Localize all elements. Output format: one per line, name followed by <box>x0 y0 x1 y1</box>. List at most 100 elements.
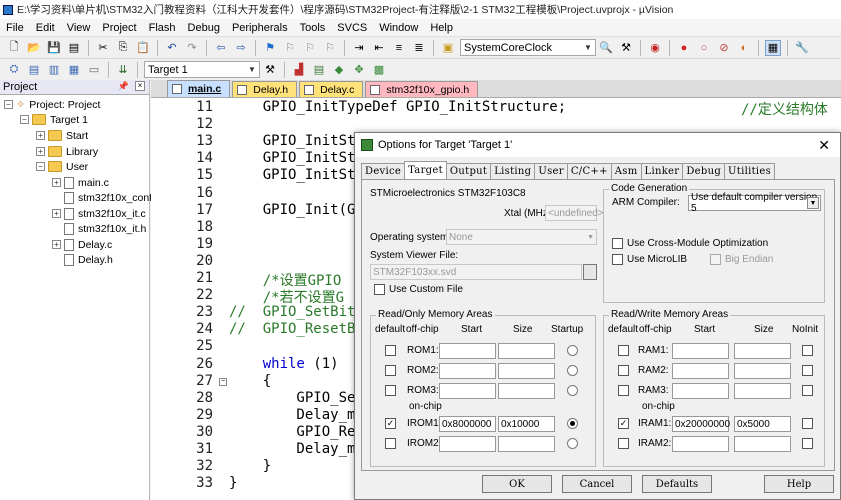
function-combo[interactable]: SystemCoreClock ▼ <box>460 39 596 56</box>
memory-size-field[interactable] <box>734 363 791 379</box>
memory-default-checkbox[interactable] <box>618 438 629 449</box>
next-bookmark-icon[interactable]: ⚐ <box>302 40 318 56</box>
menu-item[interactable]: Window <box>373 22 424 34</box>
breakpoint-icon[interactable]: ● <box>676 40 692 56</box>
pack-installer-icon[interactable]: ◆ <box>331 62 347 78</box>
memory-default-checkbox[interactable] <box>385 365 396 376</box>
tree-item-start[interactable]: + Start <box>36 128 88 143</box>
expand-icon[interactable]: + <box>52 178 61 187</box>
collapse-icon[interactable]: − <box>36 162 45 171</box>
memory-start-field[interactable] <box>439 343 496 359</box>
collapse-icon[interactable]: − <box>4 100 13 109</box>
memory-start-field[interactable] <box>439 436 496 452</box>
memory-default-checkbox[interactable] <box>385 438 396 449</box>
tree-item-it-c[interactable]: + stm32f10x_it.c <box>52 206 146 221</box>
expand-icon[interactable]: + <box>36 147 45 156</box>
compiler-select[interactable]: Use default compiler version 5 ▼ <box>688 192 821 214</box>
tree-item-project[interactable]: − ✧ Project: Project <box>4 97 100 112</box>
rte-icon[interactable]: ✥ <box>351 62 367 78</box>
fold-collapse-icon[interactable]: − <box>219 377 227 386</box>
disable-breakpoint-icon[interactable]: ○ <box>696 40 712 56</box>
menu-item[interactable]: Flash <box>143 22 182 34</box>
menu-item[interactable]: Project <box>96 22 142 34</box>
dialog-tab[interactable]: Target <box>404 161 447 179</box>
tree-item-it-h[interactable]: stm32f10x_it.h <box>64 221 146 236</box>
clear-bookmarks-icon[interactable]: ⚐ <box>322 40 338 56</box>
dialog-tab[interactable]: C/C++ <box>566 163 612 179</box>
memory-size-field[interactable] <box>734 436 791 452</box>
cross-module-checkbox[interactable] <box>612 238 623 249</box>
find-in-files-icon[interactable]: ▣ <box>440 40 456 56</box>
navigate-back-icon[interactable]: ⇦ <box>213 40 229 56</box>
menu-item[interactable]: Peripherals <box>226 22 294 34</box>
dialog-tab[interactable]: Asm <box>610 163 642 179</box>
memory-default-checkbox[interactable] <box>618 345 629 356</box>
menu-item[interactable]: File <box>0 22 30 34</box>
menu-item[interactable]: Edit <box>30 22 61 34</box>
menu-item[interactable]: Tools <box>294 22 332 34</box>
tree-item-user[interactable]: − User <box>36 159 88 174</box>
svd-browse-button[interactable] <box>583 264 597 280</box>
memory-start-field[interactable] <box>439 363 496 379</box>
find-icon[interactable]: 🔍 <box>598 40 614 56</box>
memory-size-field[interactable] <box>498 343 555 359</box>
window-layout-icon[interactable]: ▦ <box>765 39 781 56</box>
build-icon[interactable]: ▤ <box>26 62 42 78</box>
defaults-button[interactable]: Defaults <box>642 475 712 493</box>
startup-radio[interactable] <box>567 365 578 376</box>
memory-default-checkbox[interactable] <box>385 385 396 396</box>
menu-item[interactable]: SVCS <box>331 22 373 34</box>
save-all-icon[interactable]: ▤ <box>66 40 82 56</box>
paste-icon[interactable]: 📋 <box>135 40 151 56</box>
memory-size-field[interactable] <box>498 363 555 379</box>
save-icon[interactable]: 💾 <box>46 40 62 56</box>
editor-tab[interactable]: Delay.c <box>299 81 364 97</box>
target-options-icon[interactable]: ⚒ <box>262 62 278 78</box>
comment-icon[interactable]: ≡ <box>391 40 407 56</box>
tree-item-main-c[interactable]: + main.c <box>52 175 109 190</box>
memory-start-field[interactable] <box>672 343 729 359</box>
startup-radio[interactable] <box>567 385 578 396</box>
manage-project-items-icon[interactable]: ▟ <box>291 62 307 78</box>
memory-size-field[interactable]: 0x5000 <box>734 416 791 432</box>
memory-default-checkbox[interactable] <box>618 385 629 396</box>
os-select[interactable]: None ▼ <box>446 229 597 245</box>
cancel-button[interactable]: Cancel <box>562 475 632 493</box>
memory-size-field[interactable] <box>498 383 555 399</box>
select-packs-icon[interactable]: ▤ <box>311 62 327 78</box>
memory-default-checkbox[interactable]: ✓ <box>618 418 629 429</box>
memory-start-field[interactable]: 0x20000000 <box>672 416 730 432</box>
memory-size-field[interactable] <box>734 343 791 359</box>
batch-build-icon[interactable]: ▦ <box>66 62 82 78</box>
dialog-tab[interactable]: User <box>534 163 568 179</box>
memory-start-field[interactable] <box>439 383 496 399</box>
expand-icon[interactable]: + <box>52 240 61 249</box>
memory-size-field[interactable]: 0x10000 <box>498 416 555 432</box>
incremental-find-icon[interactable]: ⚒ <box>618 40 634 56</box>
noinit-checkbox[interactable] <box>802 385 813 396</box>
noinit-checkbox[interactable] <box>802 438 813 449</box>
memory-default-checkbox[interactable]: ✓ <box>385 418 396 429</box>
xtal-field[interactable]: <undefined> <box>545 205 604 221</box>
startup-radio[interactable] <box>567 418 578 429</box>
memory-default-checkbox[interactable] <box>385 345 396 356</box>
navigate-forward-icon[interactable]: ⇨ <box>233 40 249 56</box>
debug-session-icon[interactable]: ◉ <box>647 40 663 56</box>
stop-build-icon[interactable]: ▭ <box>86 62 102 78</box>
menu-item[interactable]: Debug <box>182 22 226 34</box>
noinit-checkbox[interactable] <box>802 418 813 429</box>
dialog-tab[interactable]: Output <box>445 163 492 179</box>
memory-default-checkbox[interactable] <box>618 365 629 376</box>
translate-icon[interactable]: ⛭ <box>6 62 22 78</box>
uncomment-icon[interactable]: ≣ <box>411 40 427 56</box>
microlib-checkbox[interactable] <box>612 254 623 265</box>
ok-button[interactable]: OK <box>482 475 552 493</box>
expand-icon[interactable]: + <box>52 209 61 218</box>
kill-breakpoints-icon[interactable]: ⊘ <box>716 40 732 56</box>
new-file-icon[interactable]: 🗋 <box>6 40 22 56</box>
copy-icon[interactable]: ⎘ <box>115 40 131 56</box>
dialog-tab[interactable]: Debug <box>682 163 726 179</box>
memory-start-field[interactable] <box>672 363 729 379</box>
memory-start-field[interactable]: 0x8000000 <box>439 416 496 432</box>
dialog-tab[interactable]: Listing <box>490 163 536 179</box>
